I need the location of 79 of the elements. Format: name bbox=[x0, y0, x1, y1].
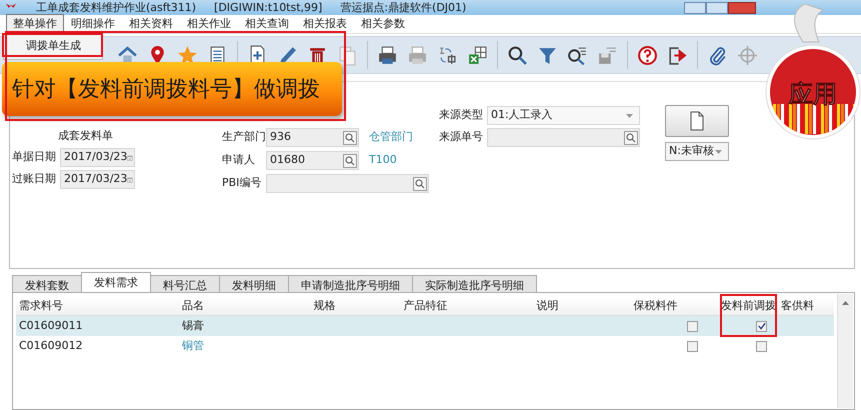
checkmark-icon bbox=[756, 321, 766, 331]
table-cell-text: 铜管 bbox=[180, 338, 205, 354]
spreadsheet-icon[interactable] bbox=[467, 44, 488, 66]
menu-item[interactable]: 明细操作 bbox=[64, 14, 122, 34]
field-value: 01680 bbox=[270, 152, 305, 168]
translate-icon[interactable] bbox=[437, 44, 458, 66]
input-field[interactable]: 2017/03/23 bbox=[60, 148, 135, 167]
field-value: 2017/03/23 bbox=[64, 149, 128, 166]
window-title: [DIGIWIN:t10tst,99] bbox=[214, 1, 322, 14]
column-header[interactable]: 产品特征 bbox=[400, 298, 534, 314]
menu-item[interactable]: 相关参数 bbox=[354, 14, 412, 34]
field-label: 过账日期 bbox=[12, 171, 56, 188]
table-cell-text: C01609012 bbox=[18, 338, 84, 354]
checkbox[interactable] bbox=[686, 340, 698, 352]
window-title: 营运据点:鼎捷软件(DJ01) bbox=[340, 1, 466, 14]
table-cell-text: 锡膏 bbox=[180, 318, 205, 334]
field-link[interactable]: 仓管部门 bbox=[369, 129, 413, 146]
search-icon[interactable] bbox=[343, 130, 357, 144]
dropdown-arrow-icon bbox=[714, 148, 723, 156]
checkbox[interactable] bbox=[756, 320, 767, 332]
tab[interactable]: 实际制造批序号明细 bbox=[412, 275, 537, 292]
field-value: 2017/03/23 bbox=[64, 171, 128, 188]
input-field[interactable]: 01:人工录入 bbox=[487, 106, 640, 125]
highlight-frame bbox=[720, 294, 777, 337]
exit-icon[interactable] bbox=[667, 44, 688, 66]
column-header[interactable]: 发料前调拨 bbox=[718, 298, 778, 314]
checkbox[interactable] bbox=[756, 340, 767, 352]
scrollbar[interactable] bbox=[837, 294, 853, 408]
field-label: 来源单号 bbox=[439, 129, 483, 146]
close-button[interactable] bbox=[728, 2, 756, 14]
field-label: 来源类型 bbox=[439, 107, 483, 124]
field-value: 936 bbox=[270, 129, 291, 146]
input-field[interactable]: 936 bbox=[266, 128, 359, 147]
minimize-button[interactable] bbox=[684, 2, 706, 14]
tab[interactable]: 料号汇总 bbox=[150, 275, 220, 292]
form-caption: 成套发料单 bbox=[58, 128, 113, 144]
printer-icon[interactable] bbox=[377, 44, 398, 66]
menu-item[interactable]: 相关查询 bbox=[238, 14, 296, 34]
tab[interactable]: 申请制造批序号明细 bbox=[288, 275, 413, 292]
input-field[interactable]: 2017/03/23 bbox=[60, 170, 135, 189]
search-list-icon[interactable] bbox=[567, 44, 588, 66]
field-label: 申请人 bbox=[222, 152, 256, 168]
dropdown-arrow-icon[interactable] bbox=[625, 112, 634, 120]
document-icon bbox=[689, 111, 705, 131]
column-header[interactable]: 说明 bbox=[533, 298, 630, 314]
document-button[interactable] bbox=[665, 105, 729, 137]
scroll-up-icon[interactable] bbox=[841, 299, 850, 307]
column-header[interactable]: 规格 bbox=[310, 298, 401, 314]
search-icon[interactable] bbox=[413, 176, 427, 190]
tab[interactable]: 发料明细 bbox=[219, 275, 289, 292]
search-icon[interactable] bbox=[507, 44, 528, 66]
input-field[interactable] bbox=[266, 174, 429, 193]
input-field[interactable]: 01680 bbox=[266, 151, 359, 170]
tab[interactable]: 发料套数 bbox=[12, 275, 82, 292]
menu-item[interactable]: 相关资料 bbox=[122, 14, 180, 34]
help-icon[interactable] bbox=[637, 44, 658, 66]
menu-item[interactable]: 相关作业 bbox=[180, 14, 238, 34]
badge-label: 应用 bbox=[789, 80, 837, 108]
search-icon[interactable] bbox=[343, 154, 357, 168]
table-row[interactable]: C01609011 锡膏 bbox=[16, 316, 834, 336]
window-title: 工单成套发料维护作业(asft311) bbox=[36, 1, 196, 14]
status-dropdown[interactable]: N:未审核 bbox=[665, 142, 729, 161]
field-link[interactable]: T100 bbox=[369, 152, 397, 169]
paperclip-icon[interactable] bbox=[707, 44, 728, 66]
restore-button[interactable] bbox=[706, 2, 728, 14]
callout-banner: 针对【发料前调拨料号】做调拨 bbox=[2, 62, 342, 116]
field-label: 单据日期 bbox=[12, 149, 56, 166]
field-label: PBI编号 bbox=[222, 175, 262, 192]
copy-icon[interactable] bbox=[337, 44, 358, 66]
field-value: 01:人工录入 bbox=[491, 107, 553, 124]
table-cell-text: C01609011 bbox=[18, 318, 84, 334]
column-header[interactable]: 保税料件 bbox=[630, 298, 718, 314]
input-field[interactable] bbox=[487, 128, 640, 147]
column-header[interactable]: 品名 bbox=[178, 298, 311, 314]
search-icon[interactable] bbox=[624, 130, 638, 144]
checkbox[interactable] bbox=[686, 320, 698, 332]
menu-item[interactable]: 相关报表 bbox=[296, 14, 354, 34]
column-header[interactable]: 需求料号 bbox=[16, 298, 179, 314]
column-header[interactable]: 客供料 bbox=[778, 298, 834, 314]
